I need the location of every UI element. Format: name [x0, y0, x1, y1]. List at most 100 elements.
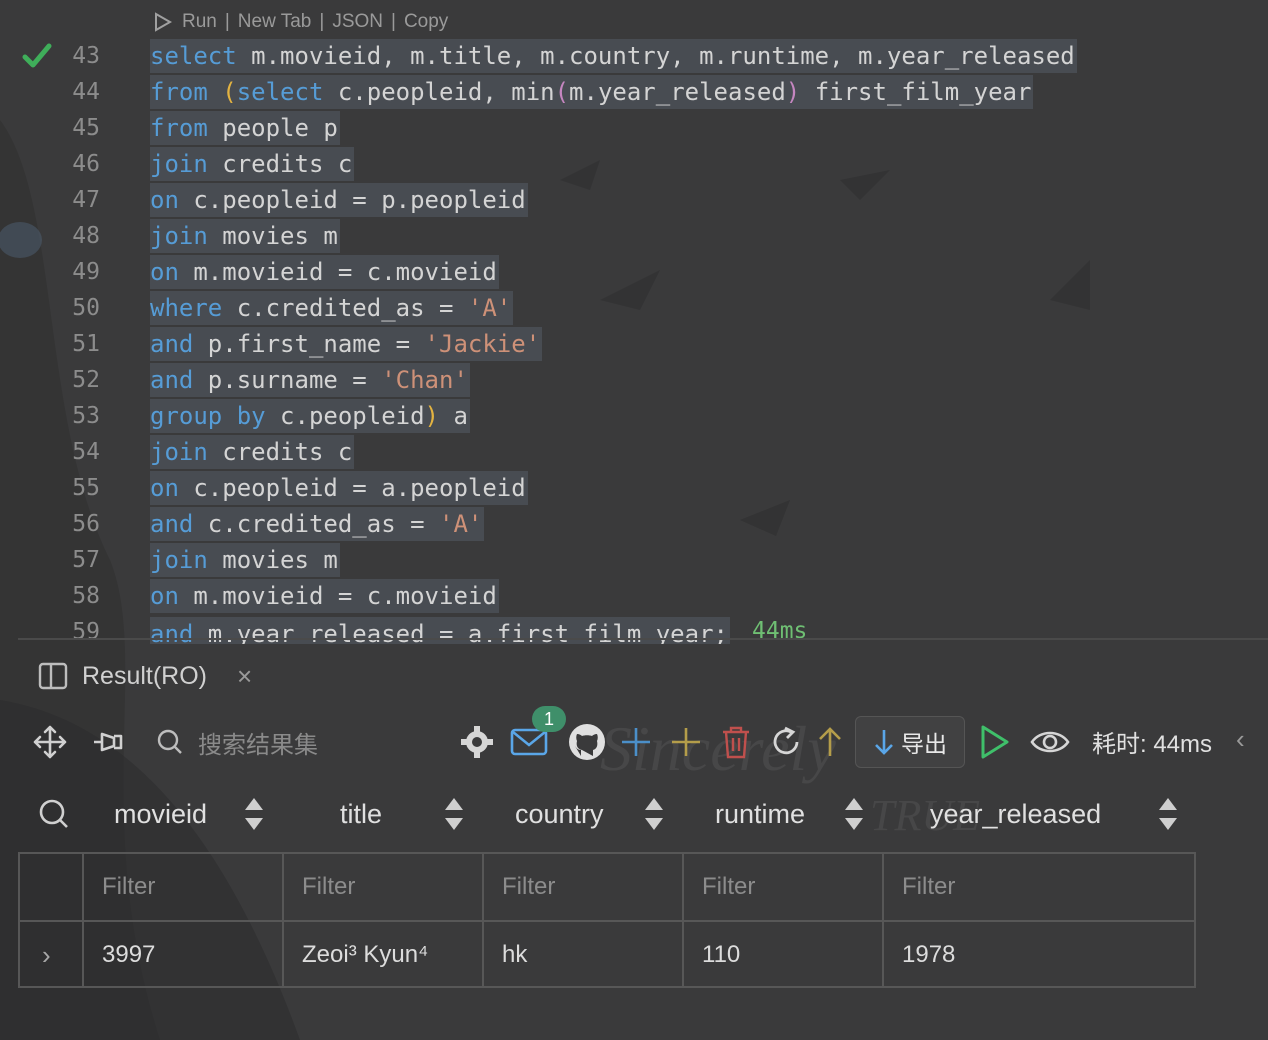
line-number: 58 — [72, 583, 100, 609]
result-tab-label: Result(RO) — [82, 661, 208, 690]
gear-icon[interactable] — [456, 712, 498, 772]
success-check-icon — [22, 43, 52, 68]
panel-layout-icon — [38, 662, 68, 690]
exec-time-inline: 44ms — [752, 618, 808, 644]
code-line: 45 from people p — [0, 110, 1268, 146]
result-grid: Filter Filter Filter Filter Filter › 399… — [18, 852, 1196, 988]
filter-input-country[interactable]: Filter — [484, 854, 684, 920]
filter-input-year-released[interactable]: Filter — [884, 854, 1194, 920]
table-header: movieid title country runtime year_relea… — [18, 782, 1198, 846]
search-icon — [157, 729, 182, 754]
run-play-icon[interactable] — [152, 11, 174, 33]
line-number: 53 — [72, 403, 100, 429]
filter-input-movieid[interactable]: Filter — [84, 854, 284, 920]
codelens-new-tab[interactable]: New Tab — [238, 11, 312, 33]
code-line: 47 on c.peopleid = p.peopleid — [0, 182, 1268, 218]
sql-editor[interactable]: 43 select m.movieid, m.title, m.country,… — [0, 38, 1268, 644]
code-line: 55 on c.peopleid = a.peopleid — [0, 470, 1268, 506]
line-number: 57 — [72, 547, 100, 573]
cell-runtime[interactable]: 110 — [684, 922, 884, 988]
execution-time: 耗时: 44ms — [1092, 731, 1213, 758]
code-line: 50 where c.credited_as = 'A' — [0, 290, 1268, 326]
add-column-icon[interactable] — [668, 712, 704, 772]
eye-icon[interactable] — [1026, 712, 1074, 772]
row-expand-chevron-icon[interactable]: › — [20, 922, 84, 988]
column-header-runtime[interactable]: runtime — [715, 782, 805, 846]
notification-badge: 1 — [532, 706, 566, 732]
code-text: on c.peopleid = p.peopleid — [150, 183, 528, 217]
filter-row-gutter — [20, 854, 84, 920]
line-number: 51 — [72, 331, 100, 357]
pin-icon[interactable] — [88, 712, 128, 772]
code-text: on m.movieid = c.movieid — [150, 255, 499, 289]
code-line: 57 join movies m — [0, 542, 1268, 578]
close-icon[interactable]: × — [237, 661, 252, 692]
run-query-icon[interactable] — [970, 712, 1020, 772]
line-number: 44 — [72, 79, 100, 105]
filter-input-title[interactable]: Filter — [284, 854, 484, 920]
sort-icon[interactable] — [243, 796, 265, 832]
code-text: from people p — [150, 111, 340, 145]
code-line: 51 and p.first_name = 'Jackie' — [0, 326, 1268, 362]
cell-movieid[interactable]: 3997 — [84, 922, 284, 988]
line-number: 52 — [72, 367, 100, 393]
codelens-bar: Run | New Tab | JSON | Copy — [152, 8, 448, 36]
upload-arrow-icon[interactable] — [814, 712, 846, 772]
code-line: 44 from (select c.peopleid, min(m.year_r… — [0, 74, 1268, 110]
line-number: 50 — [72, 295, 100, 321]
column-header-title[interactable]: title — [340, 782, 382, 846]
code-line: 53 group by c.peopleid) a — [0, 398, 1268, 434]
code-text: on c.peopleid = a.peopleid — [150, 471, 528, 505]
code-text: and c.credited_as = 'A' — [150, 507, 485, 541]
sort-icon[interactable] — [443, 796, 465, 832]
code-text: on m.movieid = c.movieid — [150, 579, 499, 613]
codelens-json[interactable]: JSON — [332, 11, 383, 33]
codelens-copy[interactable]: Copy — [404, 11, 448, 33]
move-icon[interactable] — [30, 712, 70, 772]
column-search-icon[interactable] — [38, 782, 70, 846]
sort-icon[interactable] — [643, 796, 665, 832]
code-line: 58 on m.movieid = c.movieid — [0, 578, 1268, 614]
line-number: 56 — [72, 511, 100, 537]
code-line: 49 on m.movieid = c.movieid — [0, 254, 1268, 290]
code-text: join movies m — [150, 219, 340, 253]
refresh-icon[interactable] — [768, 712, 804, 772]
cell-country[interactable]: hk — [484, 922, 684, 988]
codelens-run[interactable]: Run — [182, 11, 217, 33]
result-tab[interactable]: Result(RO) × — [38, 656, 252, 696]
sort-icon[interactable] — [843, 796, 865, 832]
export-label: 导出 — [901, 731, 947, 757]
line-number: 45 — [72, 115, 100, 141]
collapse-chevron-icon[interactable]: ‹ — [1236, 724, 1245, 755]
add-row-icon[interactable] — [618, 712, 654, 772]
table-row[interactable]: › 3997 Zeoi³ Kyun⁴ hk 110 1978 — [20, 922, 1194, 988]
line-number: 55 — [72, 475, 100, 501]
code-text: where c.credited_as = 'A' — [150, 291, 514, 325]
code-text: join credits c — [150, 435, 355, 469]
panel-divider[interactable] — [18, 638, 1268, 640]
codelens-sep: | — [224, 11, 230, 32]
line-number: 46 — [72, 151, 100, 177]
filter-input-runtime[interactable]: Filter — [684, 854, 884, 920]
line-number: 59 — [72, 619, 100, 644]
export-button[interactable]: 导出 — [855, 716, 965, 768]
line-number: 49 — [72, 259, 100, 285]
result-search[interactable]: 搜索结果集 — [156, 720, 446, 764]
code-line: 54 join credits c — [0, 434, 1268, 470]
column-header-year-released[interactable]: year_released — [930, 782, 1101, 846]
column-header-movieid[interactable]: movieid — [114, 782, 207, 846]
cell-year-released[interactable]: 1978 — [884, 922, 1194, 988]
code-text: and p.first_name = 'Jackie' — [150, 327, 543, 361]
cell-title[interactable]: Zeoi³ Kyun⁴ — [284, 922, 484, 988]
code-text: select m.movieid, m.title, m.country, m.… — [150, 39, 1077, 73]
trash-icon[interactable] — [718, 712, 754, 772]
code-text: and p.surname = 'Chan' — [150, 363, 470, 397]
result-toolbar: 搜索结果集 — [30, 712, 1268, 772]
search-placeholder: 搜索结果集 — [198, 731, 318, 759]
sort-icon[interactable] — [1157, 796, 1179, 832]
filter-row: Filter Filter Filter Filter Filter — [20, 854, 1194, 920]
code-text: group by c.peopleid) a — [150, 399, 470, 433]
github-icon[interactable] — [566, 712, 608, 772]
line-number: 54 — [72, 439, 100, 465]
column-header-country[interactable]: country — [515, 782, 604, 846]
